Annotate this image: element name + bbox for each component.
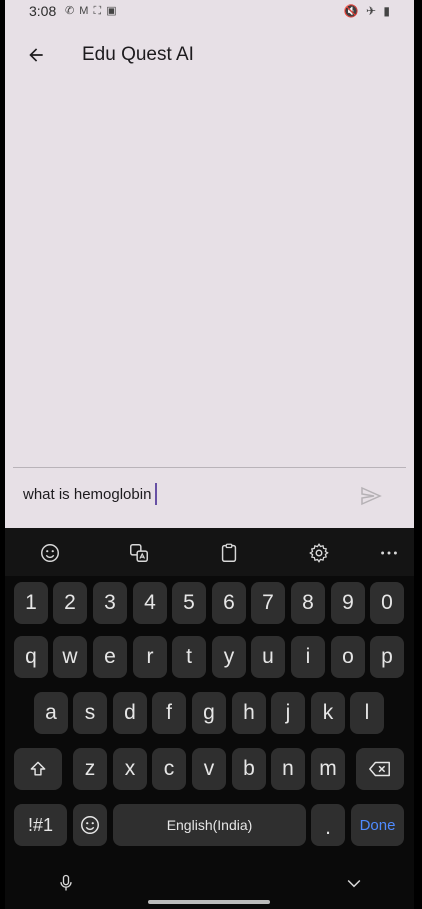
period-key[interactable]: . [311, 804, 345, 846]
input-divider [13, 467, 406, 468]
gear-icon [309, 543, 329, 563]
key-4[interactable]: 4 [133, 582, 167, 624]
key-e[interactable]: e [93, 636, 127, 678]
key-w[interactable]: w [53, 636, 87, 678]
status-bar: 3:08 ✆ M ⛶ ▣ 🔇 ✈ ▮ [5, 0, 414, 24]
key-x[interactable]: x [113, 748, 147, 790]
status-time: 3:08 [29, 3, 57, 19]
shift-icon [30, 761, 46, 776]
message-composer: what is hemoglobin [5, 470, 414, 520]
arrow-back-icon [29, 48, 43, 62]
key-g[interactable]: g [192, 692, 226, 734]
key-8[interactable]: 8 [291, 582, 325, 624]
translate-icon [130, 544, 148, 562]
backspace-icon [369, 761, 390, 777]
chevron-down-icon [347, 879, 361, 888]
more-options-button[interactable] [376, 540, 402, 566]
key-d[interactable]: d [113, 692, 147, 734]
key-v[interactable]: v [192, 748, 226, 790]
key-2[interactable]: 2 [53, 582, 87, 624]
key-b[interactable]: b [232, 748, 266, 790]
key-p[interactable]: p [370, 636, 404, 678]
key-3[interactable]: 3 [93, 582, 127, 624]
voice-input-button[interactable] [54, 871, 78, 895]
emoji-panel-button[interactable] [37, 540, 63, 566]
key-l[interactable]: l [350, 692, 384, 734]
chat-screen: 3:08 ✆ M ⛶ ▣ 🔇 ✈ ▮ Edu Quest AI what is … [5, 0, 414, 528]
system-status-icons: 🔇 ✈ ▮ [343, 4, 392, 18]
key-n[interactable]: n [271, 748, 305, 790]
app-bar: Edu Quest AI [5, 30, 414, 82]
key-f[interactable]: f [152, 692, 186, 734]
emoji-key[interactable] [73, 804, 107, 846]
key-u[interactable]: u [251, 636, 285, 678]
key-r[interactable]: r [133, 636, 167, 678]
key-y[interactable]: y [212, 636, 246, 678]
key-7[interactable]: 7 [251, 582, 285, 624]
notification-icons: ✆ M ⛶ ▣ [65, 5, 118, 17]
shift-key[interactable] [14, 748, 62, 790]
hide-keyboard-button[interactable] [342, 871, 366, 895]
text-cursor [155, 483, 158, 505]
key-o[interactable]: o [331, 636, 365, 678]
key-1[interactable]: 1 [14, 582, 48, 624]
more-horizontal-icon [381, 551, 397, 555]
home-indicator[interactable] [148, 900, 270, 904]
smiley-icon [81, 816, 99, 834]
key-j[interactable]: j [271, 692, 305, 734]
clipboard-button[interactable] [216, 540, 242, 566]
keyboard-settings-button[interactable] [306, 540, 332, 566]
key-h[interactable]: h [232, 692, 266, 734]
send-button[interactable] [357, 482, 385, 510]
key-i[interactable]: i [291, 636, 325, 678]
microphone-icon [60, 874, 72, 891]
space-key[interactable]: English(India) [113, 804, 306, 846]
key-a[interactable]: a [34, 692, 68, 734]
done-key[interactable]: Done [351, 804, 404, 846]
key-k[interactable]: k [311, 692, 345, 734]
key-0[interactable]: 0 [370, 582, 404, 624]
key-s[interactable]: s [73, 692, 107, 734]
back-button[interactable] [21, 40, 51, 70]
symbols-key[interactable]: !#1 [14, 804, 67, 846]
smiley-icon [41, 544, 59, 562]
key-6[interactable]: 6 [212, 582, 246, 624]
key-9[interactable]: 9 [331, 582, 365, 624]
clipboard-icon [221, 543, 237, 562]
send-icon [361, 486, 382, 506]
message-input-text: what is hemoglobin [23, 485, 152, 503]
key-c[interactable]: c [152, 748, 186, 790]
page-title: Edu Quest AI [82, 44, 194, 65]
key-q[interactable]: q [14, 636, 48, 678]
message-input[interactable]: what is hemoglobin [23, 483, 158, 505]
backspace-key[interactable] [356, 748, 404, 790]
key-5[interactable]: 5 [172, 582, 206, 624]
translate-button[interactable] [126, 540, 152, 566]
key-z[interactable]: z [73, 748, 107, 790]
soft-keyboard: 1 2 3 4 5 6 7 8 9 0 q w e r t y u i o p … [5, 528, 414, 909]
keyboard-toolbar [5, 528, 414, 576]
key-m[interactable]: m [311, 748, 345, 790]
key-t[interactable]: t [172, 636, 206, 678]
